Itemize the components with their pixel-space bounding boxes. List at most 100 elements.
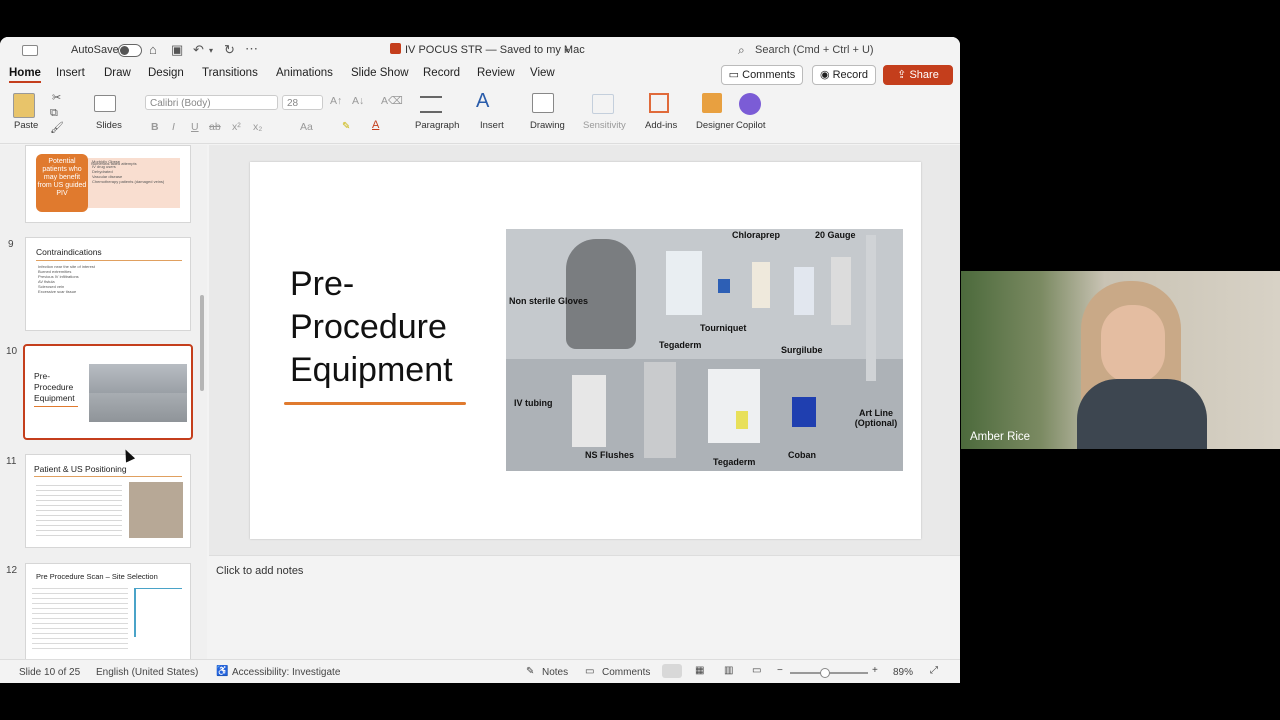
label-coban: Coban: [788, 450, 816, 460]
cut-icon[interactable]: ✂: [52, 91, 61, 105]
comments-button[interactable]: ▭ Comments: [721, 65, 803, 85]
thumb12-diagram: [134, 588, 182, 637]
drawing-icon[interactable]: [532, 93, 554, 113]
zoom-level[interactable]: 89%: [893, 667, 913, 678]
tab-review[interactable]: Review: [477, 67, 515, 79]
share-label: Share: [909, 69, 939, 81]
tab-home[interactable]: Home: [9, 67, 41, 83]
copilot-icon[interactable]: [739, 93, 761, 115]
save-icon[interactable]: ▣: [171, 43, 183, 57]
zoom-slider-thumb[interactable]: [820, 668, 830, 678]
language-status[interactable]: English (United States): [96, 667, 198, 678]
tab-design[interactable]: Design: [148, 67, 184, 79]
tab-animations[interactable]: Animations: [276, 67, 333, 79]
notes-button[interactable]: Notes: [542, 667, 568, 678]
participant-face: [1101, 305, 1165, 383]
label-gloves: Non sterile Gloves: [509, 296, 589, 306]
title-bar: AutoSave ⌂ ▣ ↶ ▾ ↻ ⋯ IV POCUS STR — Save…: [0, 37, 960, 63]
change-case-button[interactable]: Aa: [300, 121, 313, 133]
reading-view-icon[interactable]: ▥: [724, 665, 733, 676]
tab-insert[interactable]: Insert: [56, 67, 85, 79]
clear-format-icon[interactable]: A⌫: [381, 95, 403, 107]
autosave-toggle[interactable]: [118, 44, 142, 57]
copilot-label: Copilot: [736, 120, 766, 131]
thumbnail-scrollbar[interactable]: [200, 295, 204, 391]
slide-number: 10: [6, 346, 18, 357]
fit-slide-icon[interactable]: ⤢: [930, 665, 938, 676]
subscript-button[interactable]: x₂: [253, 121, 262, 133]
thumb12-title: Pre Procedure Scan – Site Selection: [36, 572, 158, 581]
addins-icon[interactable]: [649, 93, 669, 113]
redo-icon[interactable]: ↻: [224, 43, 235, 57]
font-size-select[interactable]: 28: [282, 95, 323, 110]
comments-status-button[interactable]: Comments: [602, 667, 650, 678]
slide-number: 11: [6, 456, 17, 467]
slide-sorter-icon[interactable]: ▦: [695, 665, 704, 676]
thumbnail-slide-12[interactable]: Pre Procedure Scan – Site Selection: [25, 563, 191, 661]
tab-transitions[interactable]: Transitions: [202, 67, 258, 79]
tab-view[interactable]: View: [530, 67, 555, 79]
current-slide[interactable]: Pre-Procedure Equipment Chloraprep 20 Ga…: [250, 162, 921, 539]
zoom-out-icon[interactable]: −: [777, 665, 783, 676]
underline-button[interactable]: U: [191, 121, 199, 133]
slide-thumbnail-panel: Potential patients who may benefit from …: [0, 145, 207, 661]
thumb11-rule: [34, 476, 182, 477]
undo-icon[interactable]: ↶: [193, 43, 204, 57]
bold-button[interactable]: B: [151, 121, 159, 133]
comments-label: Comments: [742, 69, 796, 81]
copy-icon[interactable]: ⧉: [50, 106, 58, 120]
insert-icon[interactable]: A: [476, 90, 489, 113]
label-ns-flushes: NS Flushes: [585, 450, 635, 460]
paragraph-icon[interactable]: [420, 96, 442, 113]
sidebar-toggle-icon[interactable]: [22, 45, 38, 56]
thumb12-text-block: [32, 584, 128, 650]
photo-bottom-half: [506, 359, 903, 471]
format-painter-icon[interactable]: 🖌: [50, 121, 64, 135]
participant-name: Amber Rice: [970, 431, 1031, 443]
notes-pane[interactable]: Click to add notes: [209, 555, 960, 660]
accessibility-status[interactable]: Accessibility: Investigate: [232, 667, 340, 678]
ribbon: Paste ✂ ⧉ 🖌 Slides Calibri (Body) 28 A↑ …: [0, 87, 960, 144]
slides-icon[interactable]: [94, 95, 116, 112]
tab-record[interactable]: Record: [423, 67, 460, 79]
superscript-button[interactable]: x²: [232, 121, 241, 133]
tab-draw[interactable]: Draw: [104, 67, 131, 79]
increase-font-icon[interactable]: A↑: [330, 95, 342, 107]
thumbnail-slide-9[interactable]: Contraindications Infection near the sit…: [25, 237, 191, 331]
tab-slide-show[interactable]: Slide Show: [351, 67, 409, 79]
coban-image: [792, 397, 816, 427]
italic-button[interactable]: I: [172, 121, 175, 133]
paragraph-label: Paragraph: [415, 120, 460, 131]
record-button[interactable]: ◉ Record: [812, 65, 876, 85]
notes-placeholder[interactable]: Click to add notes: [216, 565, 303, 577]
label-surgilube: Surgilube: [781, 345, 823, 355]
designer-icon[interactable]: [702, 93, 722, 113]
zoom-in-icon[interactable]: +: [872, 665, 878, 676]
search-input[interactable]: Search (Cmd + Ctrl + U): [755, 44, 874, 56]
strikethrough-button[interactable]: ab: [209, 121, 221, 133]
highlight-icon[interactable]: ✎: [342, 121, 350, 132]
thumb8-bullet: Chemotherapy patients (damaged veins): [92, 179, 165, 184]
thumb11-text-block: [36, 481, 122, 539]
search-icon[interactable]: ⌕: [738, 43, 745, 57]
title-dropdown-icon[interactable]: ▾: [565, 44, 569, 58]
normal-view-icon[interactable]: [662, 664, 682, 678]
thumbnail-slide-10[interactable]: Pre-Procedure Equipment: [23, 344, 193, 440]
paste-icon[interactable]: [13, 93, 35, 118]
equipment-photo[interactable]: Chloraprep 20 Gauge Non sterile Gloves T…: [506, 229, 903, 471]
slide-title[interactable]: Pre-Procedure Equipment: [290, 263, 490, 392]
slide-count: Slide 10 of 25: [19, 667, 81, 678]
thumbnail-slide-11[interactable]: Patient & US Positioning: [25, 454, 191, 548]
undo-dropdown-icon[interactable]: ▾: [209, 44, 213, 58]
thumbnail-slide-8[interactable]: Potential patients who may benefit from …: [25, 145, 191, 223]
font-name-select[interactable]: Calibri (Body): [145, 95, 278, 110]
font-color-icon[interactable]: A: [372, 119, 379, 131]
thumb10-photo: [89, 364, 187, 422]
slideshow-view-icon[interactable]: ▭: [752, 665, 761, 676]
title-underline: [284, 402, 466, 405]
share-button[interactable]: ⇪ Share: [883, 65, 953, 85]
home-icon[interactable]: ⌂: [149, 43, 157, 57]
decrease-font-icon[interactable]: A↓: [352, 95, 364, 107]
comments-status-icon: ▭: [585, 666, 595, 677]
more-icon[interactable]: ⋯: [245, 42, 258, 56]
